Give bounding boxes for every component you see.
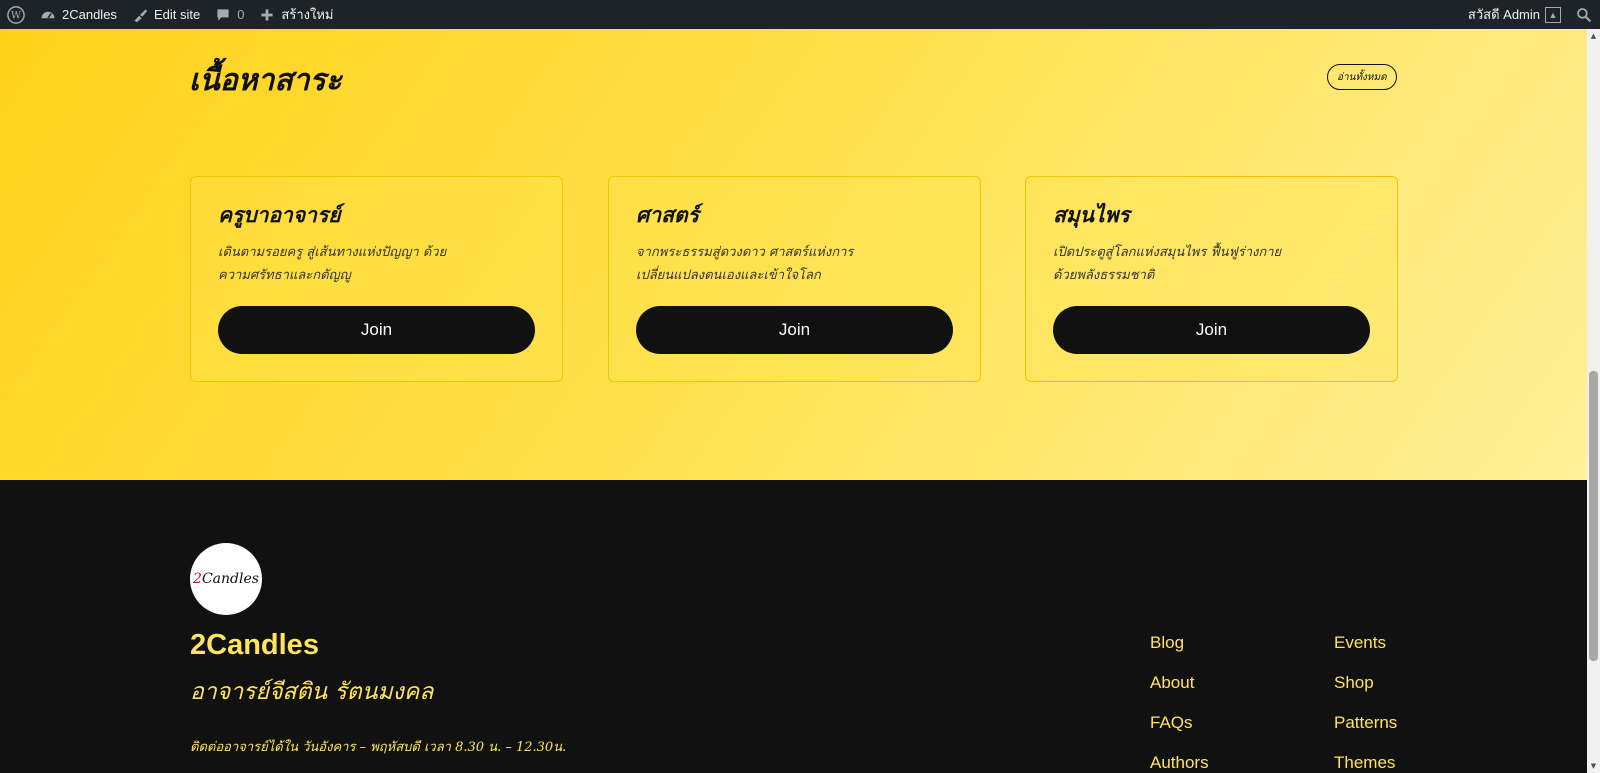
card-herbs: สมุนไพร เปิดประตูสู่โลกแห่งสมุนไพร ฟื้นฟ… — [1025, 176, 1398, 382]
card-teachers: ครูบาอาจารย์ เดินตามรอยครู สู่เส้นทางแห่… — [190, 176, 563, 382]
logo-number: 2 — [193, 571, 202, 587]
scroll-down-icon[interactable]: ▼ — [1589, 761, 1598, 771]
comments-link[interactable]: 0 — [207, 0, 251, 29]
admin-search[interactable] — [1568, 0, 1600, 29]
card-title: ศาสตร์ — [636, 202, 699, 227]
wp-admin-bar: W 2Candles Edit site 0 สร้างใหม่ สวัสดี … — [0, 0, 1600, 29]
footer-link-authors[interactable]: Authors — [1150, 753, 1209, 773]
card-sciences: ศาสตร์ จากพระธรรมสู่ดวงดาว ศาสตร์แห่งการ… — [608, 176, 981, 382]
edit-site-label: Edit site — [153, 7, 201, 22]
new-content-menu[interactable]: สร้างใหม่ — [251, 0, 340, 29]
greeting-label: สวัสดี Admin — [1467, 7, 1540, 22]
join-button[interactable]: Join — [1053, 306, 1370, 354]
site-name-menu[interactable]: 2Candles — [32, 0, 124, 29]
footer-tagline: อาจารย์จีสติน รัตนมงคล — [190, 679, 434, 705]
join-button[interactable]: Join — [218, 306, 535, 354]
section-title: เนื้อหาสาระ — [189, 63, 342, 98]
comments-count: 0 — [237, 7, 245, 22]
logo-text: Candles — [201, 571, 259, 587]
card-title: สมุนไพร — [1053, 202, 1130, 227]
new-content-label: สร้างใหม่ — [281, 7, 334, 22]
featured-section: เนื้อหาสาระ อ่านทั้งหมด ครูบาอาจารย์ เดิ… — [0, 29, 1587, 480]
card-description: เดินตามรอยครู สู่เส้นทางแห่งปัญญา ด้วยคว… — [218, 245, 447, 283]
page-scrollbar[interactable]: ▲ ▼ — [1587, 29, 1600, 773]
dashboard-icon — [39, 6, 57, 24]
card-description: เปิดประตูสู่โลกแห่งสมุนไพร ฟื้นฟูร่างกาย… — [1053, 245, 1282, 283]
footer-link-faqs[interactable]: FAQs — [1150, 713, 1209, 733]
brush-icon — [131, 6, 149, 24]
scroll-up-icon[interactable]: ▲ — [1589, 31, 1598, 41]
wordpress-logo-icon: W — [7, 5, 25, 24]
search-icon — [1575, 6, 1593, 24]
footer-nav-column-1: Blog About FAQs Authors — [1150, 633, 1209, 773]
wordpress-menu[interactable]: W — [0, 0, 32, 29]
site-logo[interactable]: 2 Candles — [190, 543, 262, 615]
avatar: ▲ — [1545, 6, 1561, 23]
footer-link-themes[interactable]: Themes — [1334, 753, 1397, 773]
comment-icon — [214, 6, 232, 24]
card-description: จากพระธรรมสู่ดวงดาว ศาสตร์แห่งการเปลี่ยน… — [636, 245, 854, 283]
card-title: ครูบาอาจารย์ — [218, 202, 341, 227]
my-account-menu[interactable]: สวัสดี Admin ▲ — [1461, 0, 1568, 29]
scrollbar-thumb[interactable] — [1589, 371, 1598, 661]
plus-icon — [258, 6, 276, 24]
site-footer: 2 Candles 2Candles อาจารย์จีสติน รัตนมงคล… — [0, 480, 1587, 773]
footer-contact-hours: ติดต่ออาจารย์ได้ใน วันอังคาร – พฤหัสบดี … — [190, 740, 567, 755]
footer-link-events[interactable]: Events — [1334, 633, 1397, 653]
edit-site-link[interactable]: Edit site — [124, 0, 207, 29]
footer-link-shop[interactable]: Shop — [1334, 673, 1397, 693]
footer-nav-column-2: Events Shop Patterns Themes — [1334, 633, 1397, 773]
footer-site-name[interactable]: 2Candles — [190, 629, 319, 662]
svg-text:W: W — [11, 10, 22, 21]
read-all-button[interactable]: อ่านทั้งหมด — [1327, 64, 1397, 90]
footer-link-about[interactable]: About — [1150, 673, 1209, 693]
site-name-label: 2Candles — [62, 7, 117, 22]
join-button[interactable]: Join — [636, 306, 953, 354]
footer-link-blog[interactable]: Blog — [1150, 633, 1209, 653]
footer-link-patterns[interactable]: Patterns — [1334, 713, 1397, 733]
